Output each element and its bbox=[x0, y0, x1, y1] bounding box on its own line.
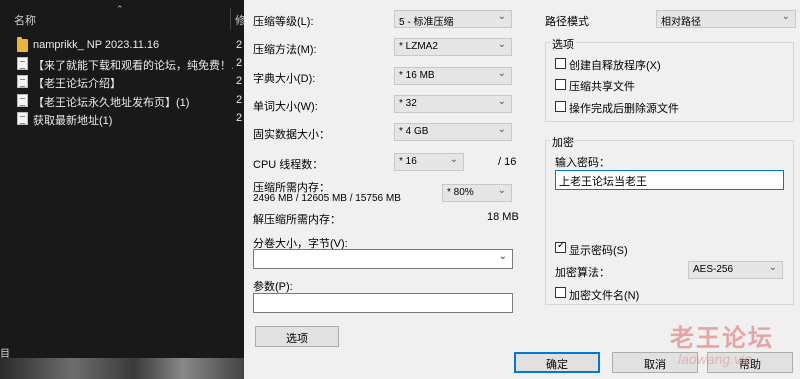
memory-usage-value: * 80% bbox=[447, 187, 474, 198]
name-column-header[interactable]: 名称 bbox=[14, 12, 36, 28]
dictionary-size-label: 字典大小(D): bbox=[253, 73, 316, 85]
date-column-header[interactable]: 修 bbox=[235, 12, 244, 28]
cpu-threads-select[interactable]: * 16 bbox=[394, 153, 464, 171]
chevron-down-icon bbox=[498, 124, 506, 135]
shared-files-checkbox[interactable] bbox=[555, 79, 566, 90]
chevron-down-icon: ⌄ bbox=[498, 251, 507, 262]
chevron-down-icon bbox=[498, 185, 506, 196]
file-date: 2 bbox=[236, 39, 243, 51]
memory-usage-select[interactable]: * 80% bbox=[442, 184, 512, 202]
chevron-down-icon bbox=[769, 262, 777, 273]
path-mode-value: 相对路径 bbox=[661, 17, 701, 28]
chevron-down-icon bbox=[498, 68, 506, 79]
cpu-threads-value: * 16 bbox=[399, 156, 417, 167]
parameters-label: 参数(P): bbox=[253, 281, 293, 293]
dictionary-size-value: * 16 MB bbox=[399, 70, 435, 81]
file-row[interactable]: 获取最新地址(1) 2 bbox=[0, 109, 244, 127]
file-name: 【老王论坛永久地址发布页】(1) bbox=[33, 97, 190, 109]
text-file-icon bbox=[17, 94, 28, 107]
show-password-label[interactable]: 显示密码(S) bbox=[569, 242, 628, 258]
file-date: 2 bbox=[236, 57, 243, 69]
delete-after-label[interactable]: 操作完成后删除源文件 bbox=[569, 100, 679, 116]
path-mode-select[interactable]: 相对路径 bbox=[656, 10, 796, 28]
encryption-method-label: 加密算法： bbox=[555, 267, 610, 279]
compression-memory-detail: 2496 MB / 12605 MB / 15756 MB bbox=[253, 193, 401, 204]
text-file-icon bbox=[17, 75, 28, 88]
encrypt-names-label[interactable]: 加密文件名(N) bbox=[569, 287, 639, 303]
chevron-down-icon bbox=[498, 11, 506, 22]
encryption-group-title: 加密 bbox=[550, 134, 576, 150]
file-date: 2 bbox=[236, 94, 243, 106]
path-mode-label: 路径模式 bbox=[545, 16, 589, 28]
file-date: 2 bbox=[236, 112, 243, 124]
options-group-title: 选项 bbox=[550, 36, 576, 52]
sfx-label[interactable]: 创建自释放程序(X) bbox=[569, 57, 661, 73]
file-name: 【老王论坛介绍】 bbox=[33, 78, 121, 90]
watermark-url: laowang.vip bbox=[678, 351, 752, 367]
decompression-memory-value: 18 MB bbox=[487, 211, 519, 223]
word-size-select[interactable]: * 32 bbox=[394, 95, 512, 113]
dictionary-size-select[interactable]: * 16 MB bbox=[394, 67, 512, 85]
column-divider[interactable] bbox=[230, 8, 231, 30]
file-list-header: 名称 ⌃ 修 bbox=[0, 4, 244, 30]
file-name: 获取最新地址(1) bbox=[33, 115, 113, 127]
chevron-down-icon bbox=[498, 39, 506, 50]
compression-level-label: 压缩等级(L): bbox=[253, 16, 314, 28]
options-button[interactable]: 选项 bbox=[255, 326, 339, 347]
solid-block-select[interactable]: * 4 GB bbox=[394, 123, 512, 141]
split-volume-combobox[interactable]: ⌄ bbox=[253, 249, 513, 269]
encryption-method-value: AES-256 bbox=[693, 264, 734, 275]
decompression-memory-label: 解压缩所需内存： bbox=[253, 214, 341, 226]
file-date: 2 bbox=[236, 75, 243, 87]
chevron-down-icon bbox=[782, 11, 790, 22]
word-size-label: 单词大小(W): bbox=[253, 101, 318, 113]
compression-method-select[interactable]: * LZMA2 bbox=[394, 38, 512, 56]
password-input[interactable]: 上老王论坛当老王 bbox=[555, 170, 784, 190]
ok-button[interactable]: 确定 bbox=[514, 352, 600, 373]
background-image-strip bbox=[0, 358, 244, 379]
cpu-threads-label: CPU 线程数： bbox=[253, 159, 324, 171]
sort-arrow-icon: ⌃ bbox=[116, 4, 124, 14]
text-file-icon bbox=[17, 57, 28, 70]
password-label: 输入密码： bbox=[555, 157, 610, 169]
sfx-checkbox[interactable] bbox=[555, 58, 566, 69]
solid-block-value: * 4 GB bbox=[399, 126, 429, 137]
file-row[interactable]: 【老王论坛介绍】 2 bbox=[0, 72, 244, 90]
file-row[interactable]: 【老王论坛永久地址发布页】(1) 2 bbox=[0, 91, 244, 109]
chevron-down-icon bbox=[498, 96, 506, 107]
file-name: namprikk_ NP 2023.11.16 bbox=[33, 39, 160, 51]
compression-level-select[interactable]: 5 - 标准压缩 bbox=[394, 10, 512, 28]
compression-method-value: * LZMA2 bbox=[399, 41, 438, 52]
compression-method-label: 压缩方法(M): bbox=[253, 44, 317, 56]
chevron-down-icon bbox=[450, 154, 458, 165]
watermark-logo: 老王论坛 bbox=[670, 325, 774, 352]
show-password-checkbox[interactable] bbox=[555, 240, 566, 253]
encrypt-names-checkbox[interactable] bbox=[555, 287, 566, 298]
solid-block-label: 固实数据大小： bbox=[253, 129, 330, 141]
word-size-value: * 32 bbox=[399, 98, 417, 109]
file-explorer: 名称 ⌃ 修 namprikk_ NP 2023.11.16 2 【来了就能下载… bbox=[0, 0, 244, 379]
encryption-method-select[interactable]: AES-256 bbox=[688, 261, 783, 279]
text-file-icon bbox=[17, 112, 28, 125]
file-row[interactable]: namprikk_ NP 2023.11.16 2 bbox=[0, 36, 244, 54]
cpu-threads-total: / 16 bbox=[498, 156, 517, 168]
file-row[interactable]: 【来了就能下载和观看的论坛，纯免费！… 2 bbox=[0, 54, 244, 72]
folder-icon bbox=[17, 37, 28, 52]
file-name: 【来了就能下载和观看的论坛，纯免费！… bbox=[33, 60, 233, 72]
compression-level-value: 5 - 标准压缩 bbox=[399, 17, 454, 28]
parameters-input[interactable] bbox=[253, 293, 513, 313]
shared-files-label[interactable]: 压缩共享文件 bbox=[569, 78, 635, 94]
archive-dialog: 压缩等级(L): 5 - 标准压缩 压缩方法(M): * LZMA2 字典大小(… bbox=[244, 0, 800, 379]
delete-after-checkbox[interactable] bbox=[555, 101, 566, 112]
